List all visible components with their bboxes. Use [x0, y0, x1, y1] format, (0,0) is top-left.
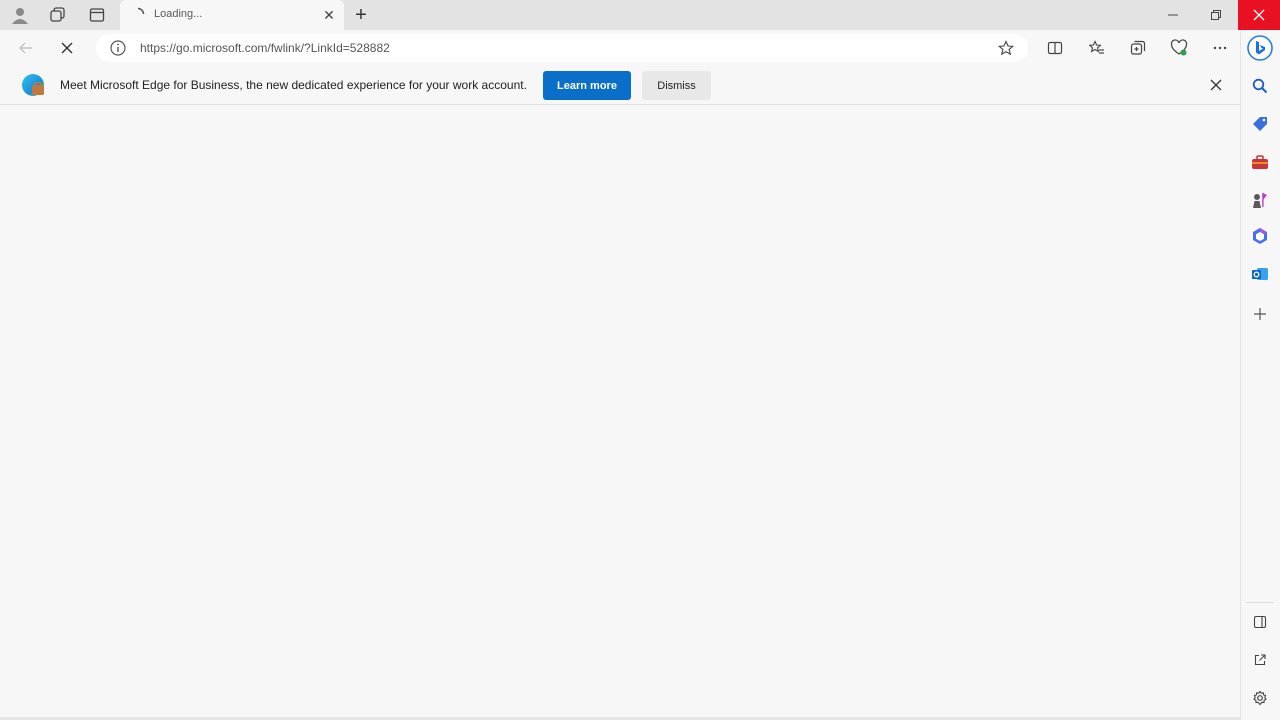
microsoft-365-icon[interactable] — [1246, 222, 1274, 250]
favorite-star-icon[interactable] — [991, 33, 1021, 63]
split-screen-icon[interactable] — [1040, 33, 1070, 63]
sidebar-toggle-icon[interactable] — [1246, 608, 1274, 636]
dismiss-button[interactable]: Dismiss — [642, 71, 711, 100]
search-icon[interactable] — [1246, 72, 1274, 100]
back-icon[interactable] — [11, 33, 41, 63]
games-icon[interactable] — [1246, 186, 1274, 214]
tab-actions-icon[interactable] — [82, 0, 112, 30]
close-window-button[interactable] — [1238, 0, 1280, 30]
infobar-message: Meet Microsoft Edge for Business, the ne… — [60, 78, 527, 92]
browser-essentials-icon[interactable] — [1164, 33, 1194, 63]
stop-loading-icon[interactable] — [52, 33, 82, 63]
profile-icon[interactable] — [5, 0, 35, 30]
restore-button[interactable] — [1195, 0, 1237, 30]
workspaces-icon[interactable] — [43, 0, 73, 30]
tools-icon[interactable] — [1246, 148, 1274, 176]
new-tab-button[interactable]: + — [350, 3, 372, 27]
favorites-icon[interactable] — [1082, 33, 1112, 63]
infobar-close-icon[interactable] — [1204, 73, 1228, 97]
minimize-button[interactable] — [1152, 0, 1194, 30]
more-icon[interactable] — [1205, 33, 1235, 63]
shopping-icon[interactable] — [1246, 110, 1274, 138]
add-icon[interactable] — [1246, 300, 1274, 328]
settings-icon[interactable] — [1246, 684, 1274, 712]
collections-icon[interactable] — [1123, 33, 1153, 63]
open-external-icon[interactable] — [1246, 646, 1274, 674]
bing-copilot-icon[interactable] — [1246, 34, 1274, 62]
edge-business-logo-icon — [21, 73, 45, 97]
tab-title: Loading... — [154, 8, 203, 20]
learn-more-button[interactable]: Learn more — [543, 71, 631, 100]
tab-close-icon[interactable]: ✕ — [320, 6, 338, 24]
site-info-icon[interactable] — [109, 39, 127, 57]
loading-spinner-icon — [131, 7, 145, 21]
sidebar-divider — [1246, 602, 1274, 603]
page-content — [0, 105, 1240, 717]
outlook-icon[interactable] — [1246, 260, 1274, 288]
url-text[interactable]: https://go.microsoft.com/fwlink/?LinkId=… — [140, 41, 390, 55]
